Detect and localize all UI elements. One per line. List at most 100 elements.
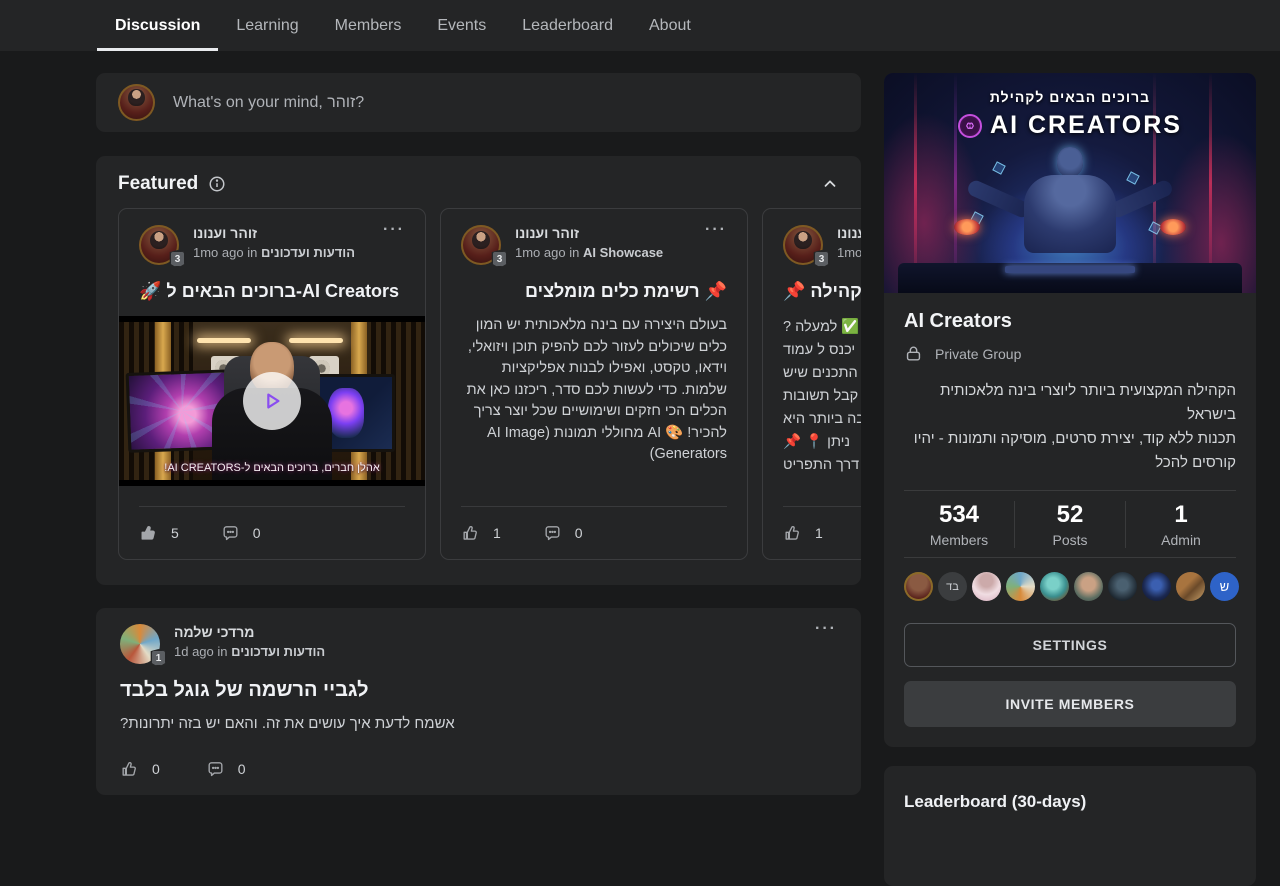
leaderboard-card: Leaderboard (30-days) — [884, 766, 1256, 886]
stat-members[interactable]: 534 Members — [904, 501, 1014, 548]
top-nav-bar: Discussion Learning Members Events Leade… — [0, 0, 1280, 51]
group-info-card: ברוכים הבאים לקהילת AI CREATORS AI Creat… — [884, 73, 1256, 747]
thumbs-up-icon — [783, 524, 802, 543]
like-count: 1 — [493, 525, 501, 541]
brain-logo-icon — [958, 114, 982, 138]
post-category[interactable]: AI Showcase — [583, 245, 663, 260]
level-badge: 3 — [813, 250, 830, 268]
tab-events[interactable]: Events — [419, 0, 504, 51]
member-avatar[interactable] — [904, 572, 933, 601]
member-avatar[interactable]: ש — [1210, 572, 1239, 601]
like-count: 5 — [171, 525, 179, 541]
info-icon[interactable] — [208, 175, 226, 193]
banner-group-name: AI CREATORS — [990, 111, 1182, 140]
group-name: AI Creators — [904, 310, 1236, 333]
post-body-line: בה ביותר היא — [783, 408, 861, 431]
post-menu-icon[interactable]: ··· — [383, 225, 405, 235]
current-user-avatar[interactable] — [118, 84, 155, 121]
post-time: 1mo ago in — [515, 245, 579, 260]
comment-count: 0 — [575, 525, 583, 541]
member-avatar[interactable] — [1006, 572, 1035, 601]
author-avatar[interactable]: 3 — [461, 225, 501, 265]
composer-prompt: What's on your mind, זוהר? — [173, 94, 364, 112]
chevron-up-icon[interactable] — [821, 175, 839, 193]
author-avatar[interactable]: 3 — [783, 225, 823, 265]
level-badge: 3 — [169, 250, 186, 268]
comment-button[interactable]: 0 — [543, 524, 583, 543]
author-name[interactable]: מרדכי שלמה — [174, 624, 325, 640]
group-description-line: הקהילה המקצועית ביותר ליוצרי בינה מלאכות… — [904, 379, 1236, 427]
like-button[interactable]: 1 — [783, 524, 823, 543]
featured-title: Featured — [118, 173, 198, 195]
thumbs-up-icon — [139, 524, 158, 543]
comment-button[interactable]: 0 — [221, 524, 261, 543]
invite-members-button[interactable]: INVITE MEMBERS — [904, 681, 1236, 727]
tab-discussion[interactable]: Discussion — [97, 0, 218, 51]
post-time: 1d ago in — [174, 644, 228, 659]
tab-leaderboard[interactable]: Leaderboard — [504, 0, 631, 51]
like-count: 0 — [152, 761, 160, 777]
post-body-line: ? למעלה ✅ — [783, 316, 861, 339]
tab-about[interactable]: About — [631, 0, 709, 51]
post-composer[interactable]: What's on your mind, זוהר? — [96, 73, 861, 132]
play-icon — [261, 390, 283, 412]
author-name[interactable]: זוהר וענונו — [193, 225, 355, 241]
post-time: 1mo ago in — [837, 245, 861, 260]
leaderboard-title: Leaderboard (30-days) — [904, 792, 1236, 812]
post-body-line: התכנים שיש — [783, 362, 861, 385]
post-body-line: קבל תשובות — [783, 385, 861, 408]
lock-icon — [904, 344, 923, 363]
post-category[interactable]: הודעות ועדכונים — [231, 644, 325, 659]
post-body-line: יכנס ל עמוד — [783, 339, 861, 362]
stat-admins[interactable]: 1 Admin — [1125, 501, 1236, 548]
author-name[interactable]: זוהר וענונו — [515, 225, 663, 241]
comment-button[interactable]: 0 — [206, 760, 246, 779]
post-body: אשמח לדעת איך עושים את זה. והאם יש בזה י… — [120, 715, 837, 732]
comment-count: 0 — [238, 761, 246, 777]
author-name[interactable]: זוהר וענונו — [837, 225, 861, 241]
group-privacy: Private Group — [935, 346, 1021, 362]
banner-welcome-text: ברוכים הבאים לקהילת — [884, 89, 1256, 105]
member-avatars-row: בד ש — [904, 558, 1236, 617]
video-thumbnail[interactable]: אהלן חברים, ברוכים הבאים ל-AI CREATORS! — [119, 316, 425, 486]
group-stats: 534 Members 52 Posts 1 Admin — [904, 491, 1236, 557]
comment-icon — [543, 524, 562, 543]
post-category[interactable]: הודעות ועדכונים — [261, 245, 355, 260]
member-avatar[interactable] — [1040, 572, 1069, 601]
post-title: לגביי הרשמה של גוגל בלבד — [120, 679, 837, 702]
featured-cards-row[interactable]: 3 זוהר וענונו 1mo ago in הודעות ועדכונים… — [118, 208, 861, 560]
tab-members[interactable]: Members — [317, 0, 420, 51]
post-title: 📌 קהילה — [783, 281, 861, 302]
like-button[interactable]: 5 — [139, 524, 179, 543]
featured-card-welcome[interactable]: 3 זוהר וענונו 1mo ago in הודעות ועדכונים… — [118, 208, 426, 560]
post-body-line: דרך התפריט — [783, 454, 861, 477]
like-button[interactable]: 1 — [461, 524, 501, 543]
comment-icon — [206, 760, 225, 779]
tab-learning[interactable]: Learning — [218, 0, 316, 51]
stat-posts[interactable]: 52 Posts — [1014, 501, 1125, 548]
author-avatar[interactable]: 3 — [139, 225, 179, 265]
member-avatar[interactable] — [1074, 572, 1103, 601]
post-menu-icon[interactable]: ··· — [815, 624, 837, 634]
featured-card-tools[interactable]: 3 זוהר וענונו 1mo ago in AI Showcase ···… — [440, 208, 748, 560]
feed-post[interactable]: 1 מרדכי שלמה 1d ago in הודעות ועדכונים ·… — [96, 608, 861, 795]
group-description-line: תכנות ללא קוד, יצירת סרטים, מוסיקה ותמונ… — [904, 427, 1236, 475]
member-avatar[interactable] — [972, 572, 1001, 601]
level-badge: 3 — [491, 250, 508, 268]
post-title: 🚀 ברוכים הבאים ל-AI Creators — [139, 281, 405, 302]
member-avatar[interactable] — [1142, 572, 1171, 601]
featured-card-community[interactable]: 3 זוהר וענונו 1mo ago in 📌 קהילה ? למעלה… — [762, 208, 861, 560]
comment-icon — [221, 524, 240, 543]
author-avatar[interactable]: 1 — [120, 624, 160, 664]
member-avatar[interactable]: בד — [938, 572, 967, 601]
member-avatar[interactable] — [1176, 572, 1205, 601]
like-button[interactable]: 0 — [120, 760, 160, 779]
post-menu-icon[interactable]: ··· — [705, 225, 727, 235]
comment-count: 0 — [253, 525, 261, 541]
feed-column: What's on your mind, זוהר? Featured — [96, 73, 861, 795]
play-button[interactable] — [243, 372, 301, 430]
video-caption: אהלן חברים, ברוכים הבאים ל-AI CREATORS! — [119, 462, 425, 474]
settings-button[interactable]: SETTINGS — [904, 623, 1236, 667]
member-avatar[interactable] — [1108, 572, 1137, 601]
post-time: 1mo ago in — [193, 245, 257, 260]
